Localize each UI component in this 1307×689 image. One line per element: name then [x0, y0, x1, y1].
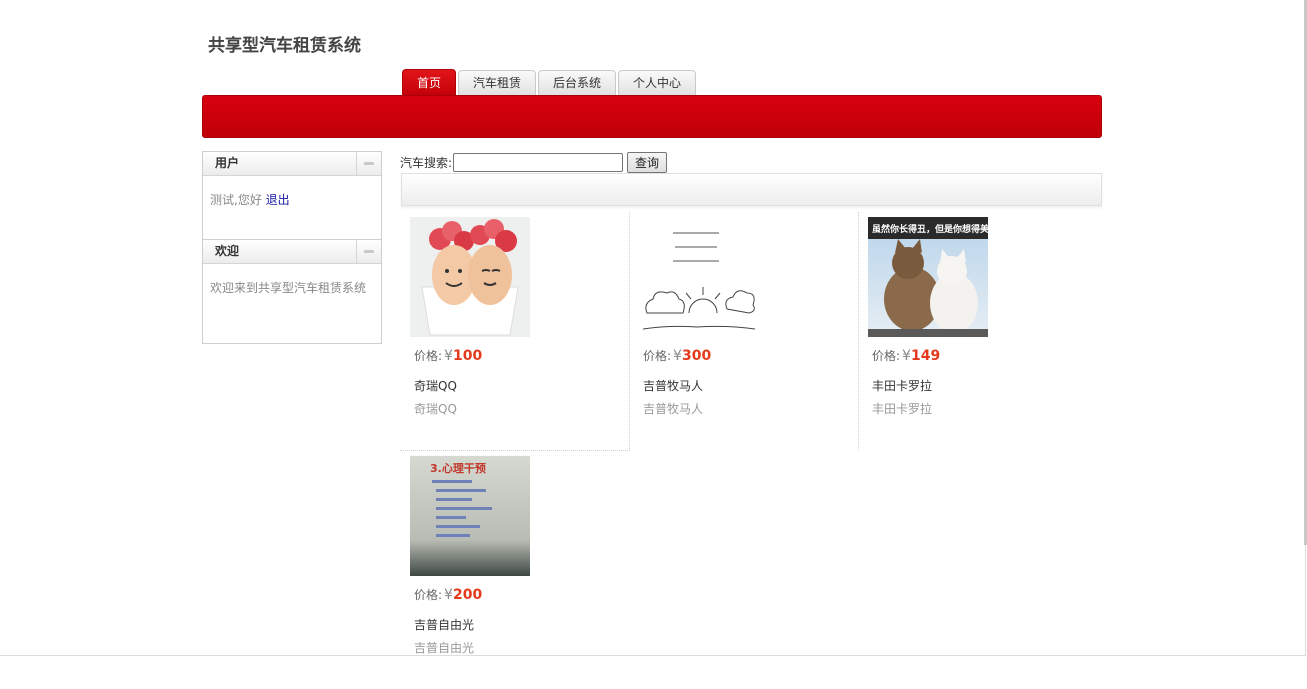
product-name[interactable]: 奇瑞QQ: [414, 377, 457, 394]
header-banner-bar: [202, 95, 1102, 138]
product-desc: 丰田卡罗拉: [872, 402, 933, 416]
price-label: 价格:: [414, 588, 443, 602]
welcome-text: 欢迎来到共享型汽车租赁系统: [210, 281, 367, 295]
price-label: 价格:: [643, 349, 672, 363]
user-panel-title: 用户: [215, 156, 240, 170]
price-amount: 300: [681, 348, 712, 364]
product-card[interactable]: 价格: ¥100 奇瑞QQ 奇瑞QQ: [400, 212, 630, 451]
eggs-photo-icon[interactable]: [410, 217, 530, 337]
price-amount: 100: [452, 348, 483, 364]
search-label: 汽车搜索:: [400, 156, 453, 170]
collapse-icon[interactable]: [356, 152, 381, 175]
product-name[interactable]: 丰田卡罗拉: [872, 377, 932, 394]
currency-symbol: ¥: [673, 348, 682, 364]
user-panel-header: 用户: [203, 152, 381, 176]
currency-symbol: ¥: [902, 348, 911, 364]
currency-symbol: ¥: [444, 348, 453, 364]
product-card[interactable]: 价格: ¥300 吉普牧马人 吉普牧马人: [629, 212, 859, 450]
product-price: 价格: ¥149: [872, 347, 940, 364]
product-desc: 吉普牧马人: [643, 402, 704, 416]
logout-link[interactable]: 退出: [266, 193, 290, 207]
search-input[interactable]: [453, 153, 624, 172]
search-button[interactable]: 查询: [627, 152, 668, 173]
welcome-panel-title: 欢迎: [215, 244, 240, 258]
car-search-bar: 汽车搜索: 查询: [400, 152, 668, 173]
image-caption: 虽然你长得丑，但是你想得美啊!: [872, 225, 988, 235]
tab-personal-center[interactable]: 个人中心: [618, 70, 697, 95]
welcome-panel: 欢迎 欢迎来到共享型汽车租赁系统: [202, 239, 382, 344]
collapse-icon[interactable]: [356, 240, 381, 263]
welcome-panel-body: 欢迎来到共享型汽车租赁系统: [203, 264, 381, 296]
toolbar-strip: [401, 173, 1102, 206]
product-name[interactable]: 吉普牧马人: [643, 377, 703, 394]
main-nav-tabs: 首页 汽车租赁 后台系统 个人中心: [402, 69, 698, 96]
product-price: 价格: ¥100: [414, 347, 482, 364]
tab-car-rental[interactable]: 汽车租赁: [458, 70, 537, 95]
price-label: 价格:: [414, 349, 443, 363]
product-price: 价格: ¥200: [414, 586, 482, 603]
sketch-sun-photo-icon[interactable]: [639, 217, 759, 337]
slide-photo-icon[interactable]: 3.心理干预: [410, 456, 530, 576]
price-amount: 200: [452, 587, 483, 603]
site-title: 共享型汽车租赁系统: [208, 36, 361, 56]
currency-symbol: ¥: [444, 587, 453, 603]
image-caption: 3.心理干预: [430, 462, 486, 475]
welcome-panel-header: 欢迎: [203, 240, 381, 264]
price-amount: 149: [910, 348, 941, 364]
price-label: 价格:: [872, 349, 901, 363]
product-desc: 奇瑞QQ: [414, 402, 457, 416]
cats-photo-icon[interactable]: 虽然你长得丑，但是你想得美啊!: [868, 217, 988, 337]
tab-backend[interactable]: 后台系统: [538, 70, 617, 95]
tab-home[interactable]: 首页: [402, 69, 457, 96]
product-price: 价格: ¥300: [643, 347, 711, 364]
product-name[interactable]: 吉普自由光: [414, 616, 474, 633]
user-greeting: 测试,您好: [210, 193, 262, 207]
product-desc: 吉普自由光: [414, 641, 475, 655]
user-panel-body: 测试,您好 退出: [203, 176, 381, 208]
product-card[interactable]: 3.心理干预 价格: ¥200 吉普自由光 吉普自由光: [400, 451, 629, 689]
user-panel: 用户 测试,您好 退出: [202, 151, 382, 240]
product-card[interactable]: 虽然你长得丑，但是你想得美啊! 价格:¥149 丰田卡罗拉 丰田卡罗拉: [858, 212, 1087, 450]
